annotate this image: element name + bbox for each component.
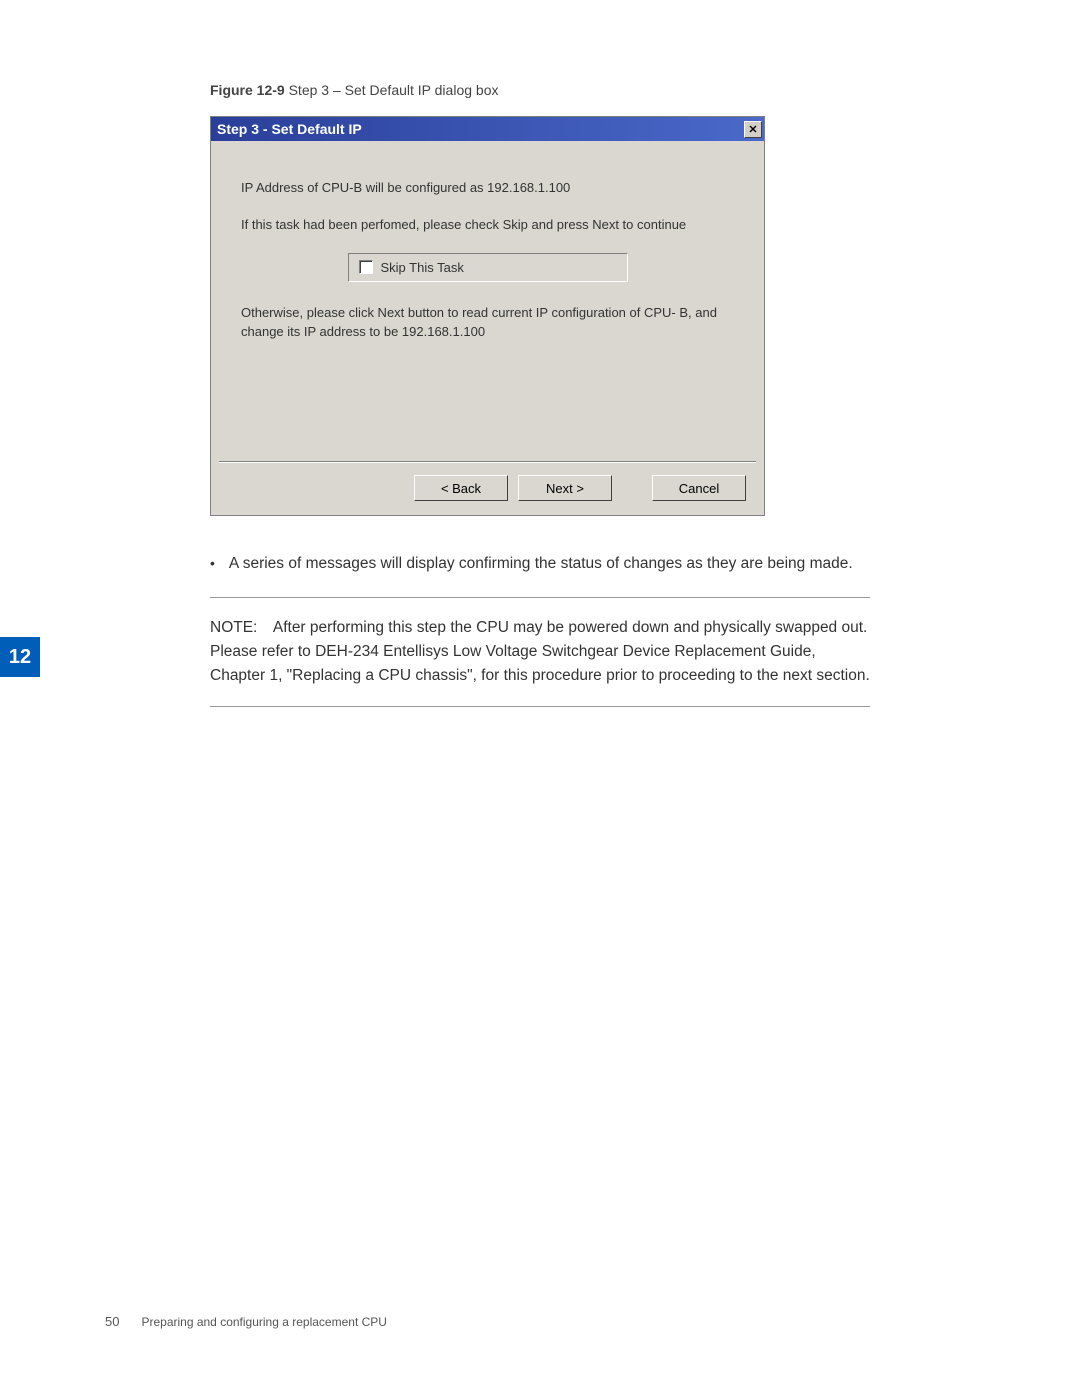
- dialog-window: Step 3 - Set Default IP ✕ IP Address of …: [210, 116, 765, 516]
- skip-task-group: Skip This Task: [348, 253, 628, 282]
- bullet-text: A series of messages will display confir…: [229, 552, 853, 575]
- skip-task-checkbox[interactable]: [359, 260, 373, 274]
- skip-task-label: Skip This Task: [381, 260, 464, 275]
- back-button[interactable]: < Back: [414, 475, 508, 501]
- dialog-titlebar: Step 3 - Set Default IP ✕: [211, 117, 764, 141]
- bullet-item: • A series of messages will display conf…: [210, 552, 870, 575]
- figure-caption: Figure 12-9 Step 3 – Set Default IP dial…: [210, 82, 870, 98]
- bullet-icon: •: [210, 552, 215, 575]
- page-content: Figure 12-9 Step 3 – Set Default IP dial…: [210, 82, 870, 707]
- dialog-text-otherwise: Otherwise, please click Next button to r…: [241, 304, 734, 342]
- note-block: NOTE: After performing this step the CPU…: [210, 597, 870, 707]
- page-footer: 50 Preparing and configuring a replaceme…: [105, 1314, 387, 1329]
- page-number: 50: [105, 1314, 119, 1329]
- figure-caption-text: Step 3 – Set Default IP dialog box: [285, 82, 499, 98]
- dialog-button-row: < Back Next > Cancel: [211, 463, 764, 515]
- footer-title: Preparing and configuring a replacement …: [141, 1315, 386, 1329]
- cancel-button[interactable]: Cancel: [652, 475, 746, 501]
- chapter-tab: 12: [0, 637, 40, 677]
- figure-caption-label: Figure 12-9: [210, 82, 285, 98]
- dialog-text-ip: IP Address of CPU-B will be configured a…: [241, 179, 734, 198]
- close-icon[interactable]: ✕: [744, 121, 762, 138]
- next-button[interactable]: Next >: [518, 475, 612, 501]
- dialog-title: Step 3 - Set Default IP: [217, 121, 362, 137]
- dialog-body: IP Address of CPU-B will be configured a…: [211, 141, 764, 461]
- dialog-text-skip-instruction: If this task had been perfomed, please c…: [241, 216, 734, 235]
